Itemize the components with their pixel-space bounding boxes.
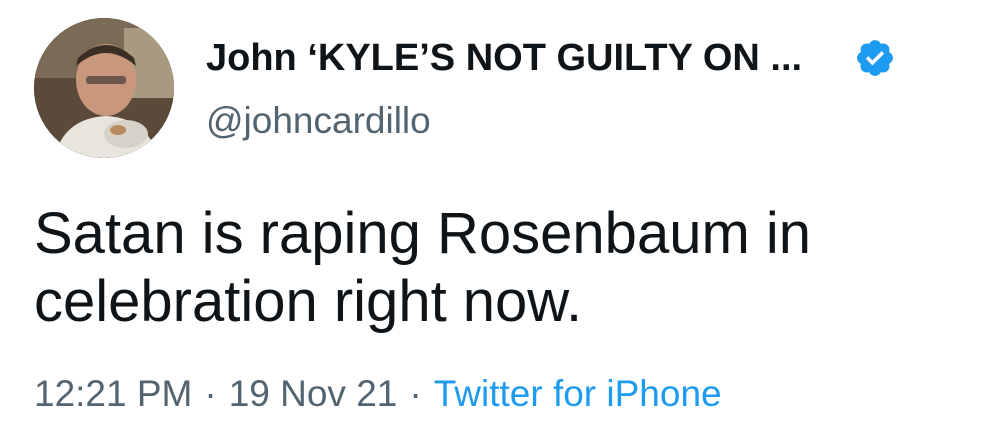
- tweet-header: John ‘KYLE’S NOT GUILTY ON ... @johncard…: [206, 30, 986, 150]
- user-handle[interactable]: @johncardillo: [206, 100, 986, 142]
- tweet-date[interactable]: 19 Nov 21: [229, 373, 398, 415]
- name-row: John ‘KYLE’S NOT GUILTY ON ...: [206, 30, 986, 86]
- avatar[interactable]: [34, 18, 174, 158]
- tweet-meta: 12:21 PM · 19 Nov 21 · Twitter for iPhon…: [34, 373, 722, 415]
- meta-separator: ·: [204, 373, 217, 414]
- tweet-card: John ‘KYLE’S NOT GUILTY ON ... @johncard…: [0, 0, 1006, 439]
- verified-badge-icon: [854, 37, 896, 79]
- meta-separator: ·: [409, 373, 422, 414]
- display-name[interactable]: John ‘KYLE’S NOT GUILTY ON ...: [206, 37, 802, 80]
- tweet-text: Satan is raping Rosenbaum in celebration…: [34, 201, 812, 334]
- avatar-image: [34, 18, 174, 158]
- tweet-source-link[interactable]: Twitter for iPhone: [434, 373, 722, 415]
- tweet-time[interactable]: 12:21 PM: [34, 373, 192, 415]
